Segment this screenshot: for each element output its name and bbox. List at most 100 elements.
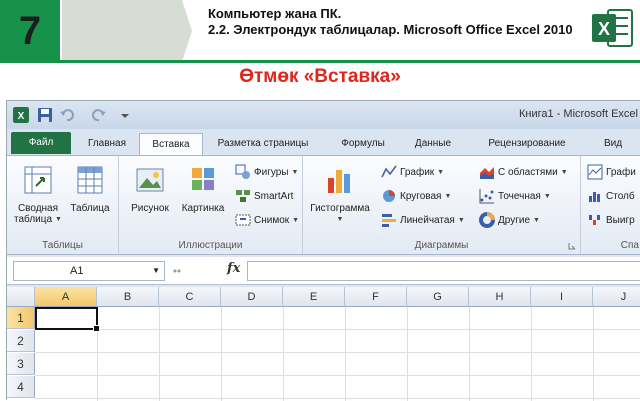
- worksheet-grid: ABCDEFGHIJ 1234: [7, 287, 640, 401]
- group-illustrations: Рисунок Картинка Фигуры ▼ SmartArt Снимок…: [119, 156, 303, 254]
- sparkline-winloss-button[interactable]: Выигр: [587, 212, 635, 228]
- slide-title-line2: 2.2. Электрондук таблицалар. Microsoft O…: [208, 22, 573, 37]
- customize-toolbar-icon[interactable]: [117, 107, 133, 123]
- sparkline-winloss-icon: [589, 215, 600, 225]
- column-header-b[interactable]: B: [97, 287, 159, 307]
- histogram-icon: [328, 170, 350, 193]
- shapes-label: Фигуры: [254, 166, 289, 178]
- pivot-table-icon: [24, 166, 52, 194]
- gridline-horizontal: [35, 352, 640, 353]
- smartart-button[interactable]: SmartArt: [235, 188, 293, 204]
- svg-text:X: X: [598, 19, 610, 39]
- area-chart-label: С областями: [498, 166, 558, 178]
- sparkline-column-label: Столб: [606, 190, 635, 202]
- formula-input[interactable]: [247, 261, 640, 281]
- column-header-j[interactable]: J: [593, 287, 640, 307]
- area-chart-button[interactable]: С областями ▼: [479, 164, 568, 180]
- clipart-button[interactable]: Картинка: [177, 164, 229, 214]
- tab-view[interactable]: Вид: [593, 133, 633, 155]
- insert-function-button[interactable]: fx: [227, 261, 240, 276]
- column-header-h[interactable]: H: [469, 287, 531, 307]
- tab-page-layout[interactable]: Разметка страницы: [207, 133, 319, 155]
- gridline-vertical: [159, 307, 160, 401]
- pivot-table-button[interactable]: Сводная таблица ▼: [11, 164, 65, 225]
- group-sparklines: Графи Столб Выигр Спа: [581, 156, 640, 254]
- line-chart-icon: [381, 165, 397, 178]
- area-chart-icon: [480, 167, 494, 179]
- group-charts: Гистограмма ▼ График ▼ Круговая ▼ Линейчат…: [303, 156, 581, 254]
- active-cell[interactable]: [35, 307, 100, 332]
- grade-number: 7: [18, 8, 42, 53]
- tab-home[interactable]: Главная: [77, 133, 137, 155]
- table-button[interactable]: Таблица: [65, 164, 115, 214]
- name-box-value: A1: [70, 265, 84, 277]
- tab-formulas[interactable]: Формулы: [333, 133, 393, 155]
- pie-chart-label: Круговая: [400, 190, 442, 202]
- row-header-2[interactable]: 2: [7, 330, 35, 352]
- row-header-4[interactable]: 4: [7, 376, 35, 398]
- tab-review[interactable]: Рецензирование: [477, 133, 577, 155]
- gridline-horizontal: [35, 329, 640, 330]
- tab-insert[interactable]: Вставка: [139, 133, 203, 155]
- bar-chart-icon: [382, 214, 396, 227]
- pie-chart-button[interactable]: Круговая ▼: [381, 188, 451, 204]
- select-all-corner[interactable]: [7, 287, 35, 307]
- save-icon[interactable]: [37, 107, 53, 123]
- shapes-button[interactable]: Фигуры ▼: [235, 164, 298, 180]
- column-header-e[interactable]: E: [283, 287, 345, 307]
- smartart-icon: [236, 190, 250, 202]
- redo-icon[interactable]: [91, 107, 107, 123]
- tab-file[interactable]: Файл: [11, 132, 71, 154]
- column-header-c[interactable]: C: [159, 287, 221, 307]
- group-charts-label: Диаграммы: [414, 240, 469, 251]
- scatter-chart-label: Точечная: [498, 190, 541, 202]
- pivot-table-label1: Сводная: [17, 203, 59, 214]
- tab-data[interactable]: Данные: [405, 133, 461, 155]
- picture-icon: [136, 168, 164, 192]
- sparkline-column-icon: [589, 192, 600, 202]
- scatter-chart-button[interactable]: Точечная ▼: [479, 188, 551, 204]
- column-header-f[interactable]: F: [345, 287, 407, 307]
- name-box[interactable]: A1 ▼: [13, 261, 165, 281]
- table-icon: [77, 166, 103, 194]
- sparkline-line-icon: [587, 164, 603, 180]
- slide-title-line1: Компьютер жана ПК.: [208, 6, 342, 21]
- shapes-icon: [235, 164, 250, 179]
- ribbon-insert: Сводная таблица ▼ Таблица Таблицы Рисунок…: [7, 155, 640, 255]
- column-header-i[interactable]: I: [531, 287, 593, 307]
- gridline-vertical: [283, 307, 284, 401]
- sparkline-line-label: Графи: [606, 166, 636, 178]
- donut-chart-icon: [479, 212, 495, 228]
- histogram-button[interactable]: Гистограмма ▼: [307, 164, 373, 225]
- gridline-vertical: [221, 307, 222, 401]
- undo-icon[interactable]: [59, 107, 75, 123]
- charts-dialog-launcher-icon[interactable]: [568, 242, 576, 250]
- bar-chart-button[interactable]: Линейчатая ▼: [381, 212, 465, 228]
- screenshot-button[interactable]: Снимок ▼: [235, 212, 299, 228]
- column-header-g[interactable]: G: [407, 287, 469, 307]
- screenshot-icon: [235, 214, 251, 226]
- column-header-d[interactable]: D: [221, 287, 283, 307]
- smartart-label: SmartArt: [254, 190, 294, 202]
- grade-badge: 7: [0, 0, 60, 62]
- slide-title: Компьютер жана ПК. 2.2. Электрондук табл…: [208, 6, 578, 38]
- group-tables: Сводная таблица ▼ Таблица Таблицы: [7, 156, 119, 254]
- gridline-vertical: [593, 307, 594, 401]
- ribbon-tabs: Файл Главная Вставка Разметка страницы Ф…: [7, 129, 640, 155]
- sparkline-line-button[interactable]: Графи: [587, 164, 636, 180]
- gridline-horizontal: [35, 375, 640, 376]
- window-title: Книга1 - Microsoft Excel: [519, 108, 638, 120]
- excel-app-icon[interactable]: X: [13, 107, 29, 123]
- bar-chart-label: Линейчатая: [400, 214, 455, 226]
- line-chart-button[interactable]: График ▼: [381, 164, 444, 180]
- column-header-a[interactable]: A: [35, 287, 97, 307]
- row-header-3[interactable]: 3: [7, 353, 35, 375]
- sparkline-column-button[interactable]: Столб: [587, 188, 635, 204]
- picture-label: Рисунок: [131, 203, 169, 214]
- other-charts-button[interactable]: Другие ▼: [479, 212, 540, 228]
- gridline-horizontal: [35, 398, 640, 399]
- picture-button[interactable]: Рисунок: [125, 164, 175, 214]
- line-chart-label: График: [400, 166, 435, 178]
- name-box-dropdown-icon[interactable]: ▼: [152, 266, 160, 275]
- row-header-1[interactable]: 1: [7, 307, 35, 329]
